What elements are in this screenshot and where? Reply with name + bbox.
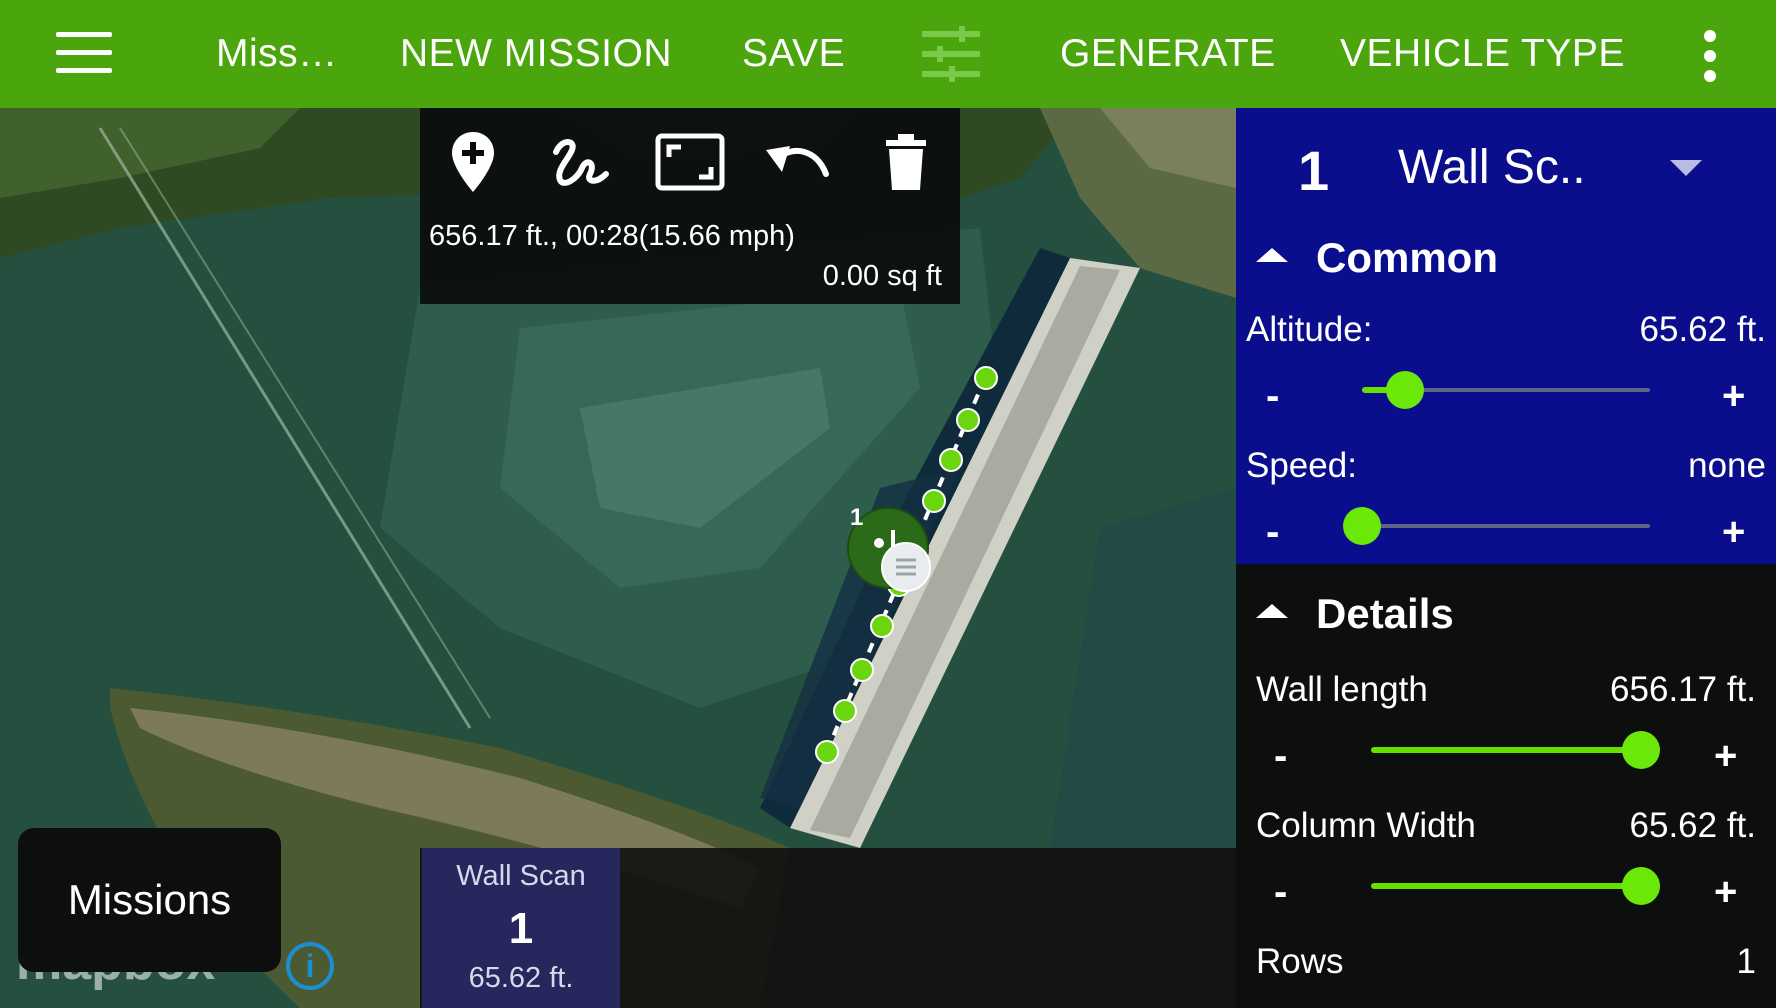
waypoint-marker[interactable] <box>815 740 839 764</box>
mission-item-panel-common: 1 Wall Sc.. Common Altitude: 65.62 ft. -… <box>1236 108 1776 564</box>
wall-length-slider[interactable] <box>1371 730 1660 770</box>
altitude-value: 65.62 ft. <box>1639 310 1766 349</box>
wall-length-label: Wall length <box>1256 670 1428 709</box>
altitude-label: Altitude: <box>1246 310 1373 349</box>
column-width-decrease-button[interactable]: - <box>1274 872 1287 912</box>
mission-stats: 656.17 ft., 00:28(15.66 mph) <box>429 220 795 252</box>
altitude-slider-knob[interactable] <box>1386 371 1425 409</box>
selected-item-number: 1 <box>1298 139 1330 202</box>
undo-icon[interactable] <box>759 126 835 198</box>
mission-item-card[interactable]: Wall Scan 1 65.62 ft. <box>422 848 620 1008</box>
mission-item-card-number: 1 <box>508 904 534 953</box>
tune-sliders-icon[interactable] <box>922 26 980 82</box>
rows-value: 1 <box>1736 942 1756 981</box>
waypoint-marker[interactable] <box>870 614 894 638</box>
waypoint-marker[interactable] <box>939 448 963 472</box>
delete-icon[interactable] <box>868 126 944 198</box>
speed-label: Speed: <box>1246 446 1357 485</box>
new-mission-button[interactable]: NEW MISSION <box>400 0 672 108</box>
waypoint-marker[interactable] <box>833 699 857 723</box>
fit-view-icon[interactable] <box>652 126 728 198</box>
speed-increase-button[interactable]: + <box>1722 512 1745 552</box>
draw-path-icon[interactable] <box>543 126 619 198</box>
wall-length-decrease-button[interactable]: - <box>1274 736 1287 776</box>
info-icon[interactable]: i <box>286 942 334 990</box>
wall-length-slider-knob[interactable] <box>1622 731 1660 769</box>
common-section-header[interactable]: Common <box>1256 234 1498 282</box>
mission-name-button[interactable]: Miss… <box>216 0 338 108</box>
speed-slider-knob[interactable] <box>1343 507 1381 545</box>
column-width-slider-knob[interactable] <box>1622 867 1660 905</box>
mission-item-card-altitude: 65.62 ft. <box>468 962 574 994</box>
common-section-title: Common <box>1316 234 1498 281</box>
hamburger-menu-icon[interactable] <box>56 32 112 74</box>
missions-button[interactable]: Missions <box>18 828 281 972</box>
waypoint-marker[interactable] <box>974 366 998 390</box>
top-app-bar: Miss… NEW MISSION SAVE GENERATE VEHICLE … <box>0 0 1776 108</box>
wall-length-increase-button[interactable]: + <box>1714 736 1737 776</box>
dropdown-caret-icon[interactable] <box>1670 160 1702 176</box>
speed-decrease-button[interactable]: - <box>1266 512 1279 552</box>
mission-area: 0.00 sq ft <box>822 260 942 292</box>
speed-slider[interactable] <box>1343 506 1650 546</box>
more-vert-icon[interactable] <box>1698 30 1722 82</box>
collapse-triangle-icon[interactable] <box>1256 247 1288 262</box>
column-width-slider[interactable] <box>1371 866 1660 906</box>
collapse-triangle-icon[interactable] <box>1256 603 1288 618</box>
waypoint-marker[interactable] <box>850 658 874 682</box>
vehicle-type-button[interactable]: VEHICLE TYPE <box>1340 0 1625 108</box>
add-waypoint-icon[interactable] <box>435 126 511 198</box>
waypoint-marker[interactable] <box>956 408 980 432</box>
altitude-slider[interactable] <box>1362 370 1650 410</box>
altitude-increase-button[interactable]: + <box>1722 376 1745 416</box>
wall-length-value: 656.17 ft. <box>1610 670 1756 709</box>
column-width-label: Column Width <box>1256 806 1476 845</box>
save-button[interactable]: SAVE <box>742 0 845 108</box>
generate-button[interactable]: GENERATE <box>1060 0 1276 108</box>
column-width-increase-button[interactable]: + <box>1714 872 1737 912</box>
rows-label: Rows <box>1256 942 1344 981</box>
speed-value: none <box>1688 446 1766 485</box>
column-width-value: 65.62 ft. <box>1629 806 1756 845</box>
details-section-title: Details <box>1316 590 1454 637</box>
mission-item-type-dropdown[interactable]: Wall Sc.. <box>1398 140 1586 195</box>
mission-item-panel-details: Details Wall length 656.17 ft. - + Colum… <box>1236 564 1776 1008</box>
details-section-header[interactable]: Details <box>1256 590 1454 638</box>
mission-item-card-title: Wall Scan <box>456 860 586 892</box>
mission-edit-toolbar: 656.17 ft., 00:28(15.66 mph) 0.00 sq ft <box>420 108 960 304</box>
waypoint-marker[interactable] <box>922 489 946 513</box>
waypoint-label: 1 <box>850 504 864 531</box>
altitude-decrease-button[interactable]: - <box>1266 376 1279 416</box>
